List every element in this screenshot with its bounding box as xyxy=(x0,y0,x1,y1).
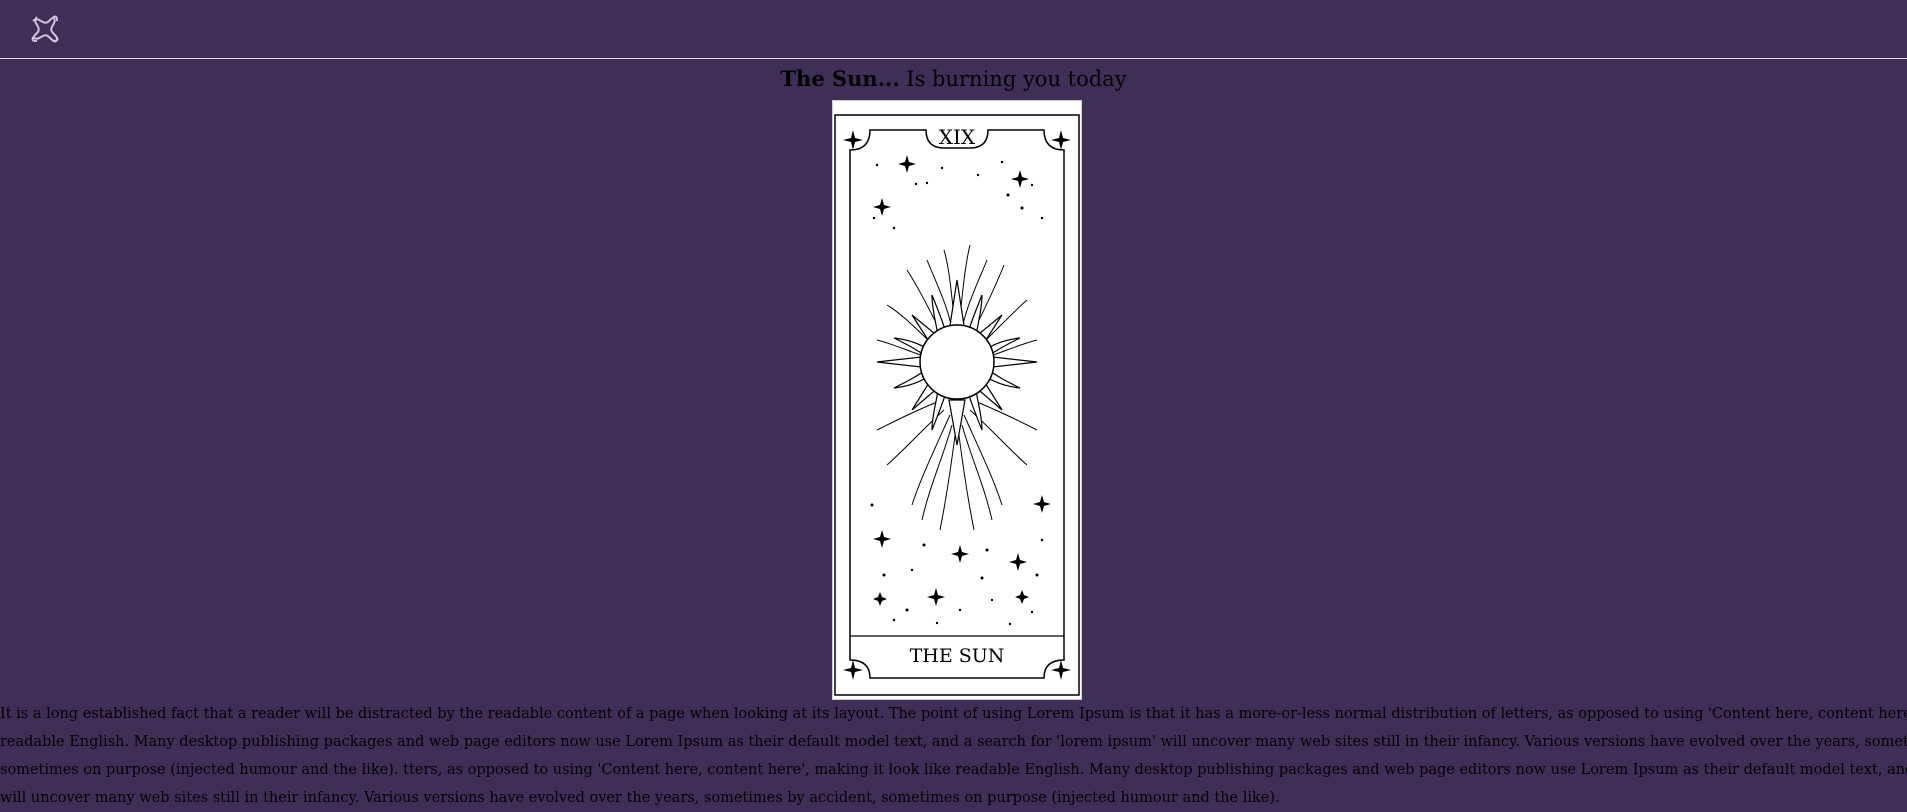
title-rest: Is burning you today xyxy=(899,67,1127,91)
body-line: It is a long established fact that a rea… xyxy=(0,706,1907,722)
body-line: sometimes on purpose (injected humour an… xyxy=(0,762,1907,778)
card-name: THE SUN xyxy=(910,645,1005,667)
tarot-card-illustration: XIX THE SUN xyxy=(832,100,1082,700)
sun-disc xyxy=(919,324,995,400)
top-bar xyxy=(0,0,1907,59)
body-paragraph: It is a long established fact that a rea… xyxy=(0,700,1907,812)
title-bold: The Sun... xyxy=(780,66,900,91)
tarot-card: XIX THE SUN xyxy=(832,100,1082,700)
page-title: The Sun... Is burning you today xyxy=(0,64,1907,94)
body-line: readable English. Many desktop publishin… xyxy=(0,734,1907,750)
card-numeral: XIX xyxy=(939,125,976,149)
knot-logo-icon[interactable] xyxy=(29,13,61,45)
